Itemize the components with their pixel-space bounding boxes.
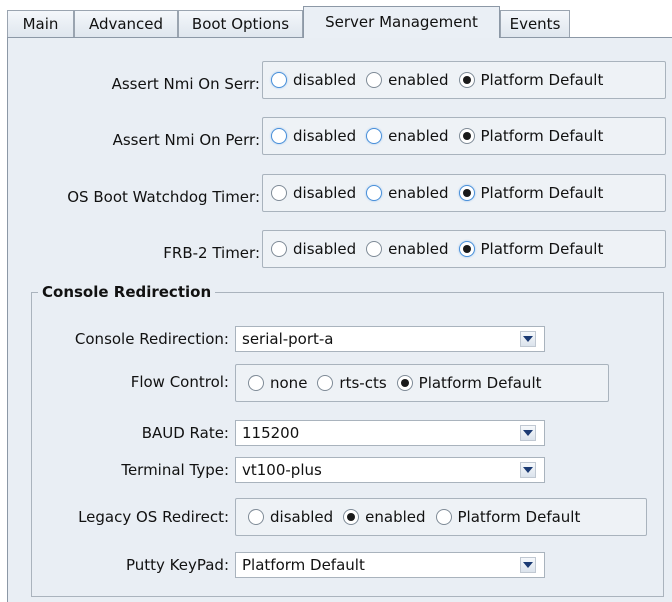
baud-rate-label: BAUD Rate:	[141, 424, 229, 442]
radio-label: Platform Default	[418, 374, 542, 392]
radio-checked-icon	[396, 375, 413, 391]
os-boot-watchdog-label: OS Boot Watchdog Timer:	[67, 188, 260, 206]
assert-nmi-serr-enabled[interactable]: enabled	[366, 71, 449, 89]
radio-label: enabled	[365, 508, 426, 526]
radio-label: disabled	[270, 508, 334, 526]
radio-label: enabled	[388, 127, 449, 145]
assert-nmi-perr-platform-default[interactable]: Platform Default	[458, 127, 604, 145]
radio-label: Platform Default	[457, 508, 581, 526]
dropdown-arrow-icon	[520, 331, 536, 347]
assert-nmi-perr-disabled[interactable]: disabled	[271, 127, 356, 145]
putty-keypad-label: Putty KeyPad:	[125, 556, 229, 574]
legacy-os-redirect-disabled[interactable]: disabled	[248, 508, 333, 526]
radio-label: disabled	[293, 240, 357, 258]
radio-checked-icon	[458, 128, 475, 144]
assert-nmi-serr-platform-default[interactable]: Platform Default	[458, 71, 604, 89]
frb2-timer-enabled[interactable]: enabled	[366, 240, 449, 258]
radio-circle-icon	[271, 241, 287, 257]
terminal-type-select[interactable]: vt100-plus	[235, 457, 545, 483]
assert-nmi-perr-radio-group: disabled enabled Platform Default	[262, 117, 666, 155]
radio-label: enabled	[388, 71, 449, 89]
terminal-type-value: vt100-plus	[242, 461, 322, 479]
radio-circle-icon	[366, 128, 383, 144]
radio-label: enabled	[388, 184, 449, 202]
radio-checked-icon	[458, 241, 475, 257]
legacy-os-redirect-platform-default[interactable]: Platform Default	[435, 508, 581, 526]
radio-circle-icon	[271, 72, 287, 88]
baud-rate-select[interactable]: 115200	[235, 420, 545, 446]
dropdown-arrow-icon	[520, 462, 536, 478]
assert-nmi-serr-disabled[interactable]: disabled	[271, 71, 356, 89]
os-boot-watchdog-enabled[interactable]: enabled	[366, 184, 449, 202]
frb2-timer-disabled[interactable]: disabled	[271, 240, 356, 258]
radio-circle-icon	[366, 241, 383, 257]
radio-label: rts-cts	[339, 374, 387, 392]
tab-advanced[interactable]: Advanced	[74, 10, 178, 37]
frb2-timer-platform-default[interactable]: Platform Default	[458, 240, 604, 258]
console-redirection-label: Console Redirection:	[74, 330, 229, 348]
radio-label: Platform Default	[480, 127, 604, 145]
radio-label: none	[270, 374, 308, 392]
assert-nmi-serr-radio-group: disabled enabled Platform Default	[262, 61, 666, 99]
flow-control-none[interactable]: none	[248, 374, 307, 392]
os-boot-watchdog-disabled[interactable]: disabled	[271, 184, 356, 202]
legacy-os-redirect-enabled[interactable]: enabled	[343, 508, 426, 526]
radio-checked-icon	[458, 72, 475, 88]
console-redirection-select[interactable]: serial-port-a	[235, 326, 545, 352]
os-boot-watchdog-platform-default[interactable]: Platform Default	[458, 184, 604, 202]
tab-boot-options[interactable]: Boot Options	[178, 10, 303, 37]
radio-label: disabled	[293, 71, 357, 89]
os-boot-watchdog-radio-group: disabled enabled Platform Default	[262, 174, 666, 212]
flow-control-platform-default[interactable]: Platform Default	[396, 374, 542, 392]
radio-circle-icon	[366, 185, 383, 201]
radio-circle-icon	[271, 128, 287, 144]
radio-label: enabled	[388, 240, 449, 258]
radio-circle-icon	[435, 509, 452, 525]
flow-control-label: Flow Control:	[130, 373, 229, 391]
console-redirection-value: serial-port-a	[242, 330, 334, 348]
tab-main[interactable]: Main	[7, 10, 74, 37]
radio-label: Platform Default	[480, 71, 604, 89]
radio-circle-icon	[317, 375, 334, 391]
baud-rate-value: 115200	[242, 424, 300, 442]
radio-checked-icon	[343, 509, 360, 525]
terminal-type-label: Terminal Type:	[121, 461, 229, 479]
assert-nmi-perr-label: Assert Nmi On Perr:	[112, 131, 260, 149]
assert-nmi-perr-enabled[interactable]: enabled	[366, 127, 449, 145]
radio-circle-icon	[248, 375, 264, 391]
tab-events[interactable]: Events	[500, 10, 570, 37]
putty-keypad-value: Platform Default	[242, 556, 365, 574]
radio-circle-icon	[271, 185, 287, 201]
tab-bar: Main Advanced Boot Options Server Manage…	[0, 0, 672, 38]
flow-control-radio-group: none rts-cts Platform Default	[235, 364, 609, 402]
flow-control-rts-cts[interactable]: rts-cts	[317, 374, 387, 392]
frb2-timer-radio-group: disabled enabled Platform Default	[262, 230, 666, 268]
radio-label: Platform Default	[480, 240, 604, 258]
assert-nmi-serr-label: Assert Nmi On Serr:	[111, 75, 260, 93]
tab-server-management[interactable]: Server Management	[303, 6, 500, 38]
frb2-timer-label: FRB-2 Timer:	[163, 244, 260, 262]
radio-label: disabled	[293, 127, 357, 145]
dropdown-arrow-icon	[520, 557, 536, 573]
radio-label: Platform Default	[480, 184, 604, 202]
legacy-os-redirect-radio-group: disabled enabled Platform Default	[235, 498, 647, 536]
radio-circle-icon	[366, 72, 383, 88]
dropdown-arrow-icon	[520, 425, 536, 441]
console-redirection-legend: Console Redirection	[38, 283, 216, 301]
putty-keypad-select[interactable]: Platform Default	[235, 552, 545, 578]
radio-checked-icon	[458, 185, 475, 201]
legacy-os-redirect-label: Legacy OS Redirect:	[78, 508, 229, 526]
radio-label: disabled	[293, 184, 357, 202]
radio-circle-icon	[248, 509, 264, 525]
